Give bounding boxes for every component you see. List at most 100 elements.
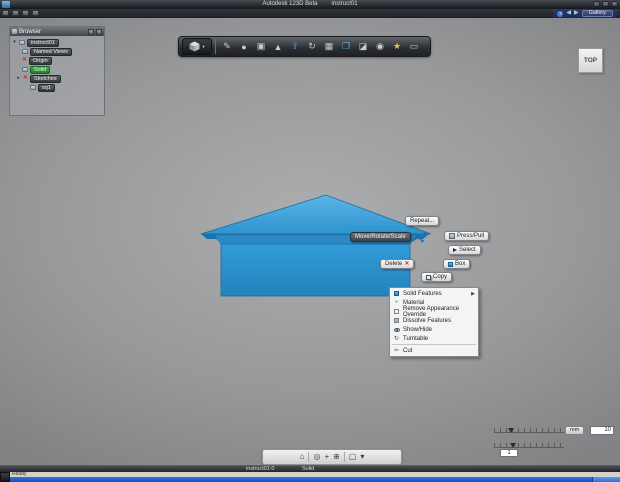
select-label: Select (459, 247, 476, 253)
browser-panel-header[interactable]: Browser (10, 27, 104, 36)
marking-menu-repeat[interactable]: Repeat... (405, 216, 440, 226)
tree-item-instruct01[interactable]: ▾ instruct01 (12, 38, 104, 47)
tree-item-solid[interactable]: Solid (12, 65, 104, 74)
titlebar: Autodesk 123D Beta instruct01 – □ × (0, 0, 620, 9)
tool-sketch-icon[interactable]: ✎ (219, 39, 235, 55)
browser-options-icon[interactable] (96, 28, 102, 35)
tool-box-icon[interactable]: ▣ (253, 39, 269, 55)
maximize-button[interactable]: □ (602, 1, 609, 7)
close-button[interactable]: × (611, 1, 618, 7)
system-tray[interactable] (592, 477, 620, 482)
toolbar-separator (343, 452, 345, 462)
tree-item-label[interactable]: Origin (29, 56, 52, 65)
slider-handle[interactable] (510, 443, 516, 448)
forward-arrow-icon[interactable]: ▶ (574, 9, 579, 18)
menu-item-solid-features[interactable]: Solid Features ▶ (390, 289, 478, 298)
marking-menu-copy[interactable]: Copy (421, 272, 453, 282)
snap-value-input[interactable]: 1 (500, 449, 518, 457)
expand-arrow-icon[interactable]: ▾ (12, 38, 17, 47)
tree-item-label[interactable]: instruct01 (27, 38, 59, 47)
box-icon (448, 261, 453, 267)
gallery-button[interactable]: Gallery (581, 10, 613, 17)
marking-menu-select[interactable]: Select (448, 245, 481, 255)
open-file-icon[interactable] (12, 10, 19, 16)
chevron-down-icon: ▾ (202, 43, 205, 49)
tree-item-label[interactable]: sq1 (38, 83, 55, 92)
viewcube[interactable]: TOP (578, 48, 603, 73)
menu-item-label: Cut (403, 347, 413, 354)
browser-collapse-icon[interactable] (88, 28, 94, 35)
tool-favorites-star-icon[interactable]: ★ (389, 39, 405, 55)
expand-arrow-icon[interactable]: ▸ (16, 74, 21, 83)
tool-cone-icon[interactable]: ▲ (270, 39, 286, 55)
marking-menu-delete[interactable]: Delete ✕ (380, 259, 415, 269)
nav-menu-icon[interactable]: ▾ (360, 450, 364, 464)
slider-handle[interactable] (508, 428, 514, 433)
help-icon[interactable]: ? (557, 10, 564, 17)
nav-zoom-icon[interactable]: ⊕ (333, 450, 340, 464)
save-file-icon[interactable] (22, 10, 29, 16)
tool-extrude-icon[interactable]: ⇧ (287, 39, 303, 55)
undo-icon[interactable] (32, 10, 39, 16)
tree-item-sketches[interactable]: ▸ ✕ Sketches (12, 74, 104, 83)
back-arrow-icon[interactable]: ◀ (566, 9, 571, 18)
repeat-label: Repeat... (410, 218, 435, 224)
model-house-solid[interactable] (195, 188, 435, 303)
move-label: Move/Rotate/Scale (355, 234, 406, 240)
box-label: Box (455, 261, 466, 267)
taskbar[interactable] (0, 477, 620, 482)
tool-sphere-icon[interactable]: ● (236, 39, 252, 55)
nav-orbit-icon[interactable]: ◎ (313, 450, 320, 464)
grid-size-input[interactable]: 10 (590, 426, 614, 435)
submenu-arrow-icon: ▶ (471, 290, 475, 297)
visibility-off-icon[interactable]: ✕ (22, 56, 27, 65)
nav-home-icon[interactable]: ⌂ (300, 450, 305, 464)
tree-item-named-views[interactable]: Named Views (12, 47, 104, 56)
menu-item-remove-appearance-override[interactable]: Remove Appearance Override (390, 306, 478, 318)
tree-item-label[interactable]: Named Views (30, 47, 72, 56)
menu-item-cut[interactable]: ✂ Cut (390, 346, 478, 355)
quick-access-toolbar (2, 10, 39, 16)
marking-menu-box[interactable]: Box (443, 259, 471, 269)
browser-icon (12, 29, 17, 34)
nav-fit-icon[interactable]: ▢ (349, 450, 357, 464)
browser-title: Browser (19, 28, 42, 35)
marking-menu-move-rotate-scale[interactable]: Move/Rotate/Scale (350, 232, 411, 242)
roof-face[interactable] (200, 194, 432, 235)
document-title: instruct01 (331, 1, 358, 7)
minimize-button[interactable]: – (593, 1, 600, 7)
context-menu: Solid Features ▶ ● Material Remove Appea… (389, 287, 479, 357)
menu-item-show-hide[interactable]: Show/Hide (390, 325, 478, 334)
tool-material-icon[interactable]: ◉ (372, 39, 388, 55)
grid-size-value: 10 (604, 427, 611, 433)
tool-pattern-icon[interactable]: ▦ (321, 39, 337, 55)
primitives-menu-button[interactable]: ▾ (182, 38, 212, 55)
marking-menu-press-pull[interactable]: Press/Pull (444, 231, 490, 241)
menu-separator (392, 344, 476, 345)
new-file-icon[interactable] (2, 10, 9, 16)
grid-size-slider[interactable] (494, 428, 564, 433)
menu-item-turntable[interactable]: ↻ Turntable (390, 334, 478, 343)
remove-appearance-icon (393, 309, 400, 314)
snap-slider[interactable] (494, 443, 564, 448)
box-front-face[interactable] (220, 243, 411, 297)
app-title: Autodesk 123D Beta (262, 1, 318, 7)
tree-item-sq1[interactable]: sq1 (12, 83, 104, 92)
tool-combine-icon[interactable]: ❐ (338, 39, 354, 55)
tool-revolve-icon[interactable]: ↻ (304, 39, 320, 55)
visibility-off-icon[interactable]: ✕ (23, 74, 28, 83)
toolbar-separator (215, 39, 216, 54)
nav-pan-icon[interactable]: + (324, 450, 329, 464)
tool-split-icon[interactable]: ◪ (355, 39, 371, 55)
units-button[interactable]: mm (565, 426, 585, 435)
tree-item-label[interactable]: Sketches (30, 74, 61, 83)
copy-label: Copy (433, 274, 448, 280)
start-button[interactable] (0, 472, 10, 482)
viewcube-face-label[interactable]: TOP (584, 57, 597, 64)
solid-body-icon (22, 67, 28, 72)
tree-item-label-selected[interactable]: Solid (30, 65, 51, 74)
tree-item-origin[interactable]: ✕ Origin (12, 56, 104, 65)
tool-measure-icon[interactable]: ▭ (406, 39, 422, 55)
move-gizmo-icon[interactable] (410, 229, 428, 244)
dissolve-features-icon (393, 318, 400, 323)
